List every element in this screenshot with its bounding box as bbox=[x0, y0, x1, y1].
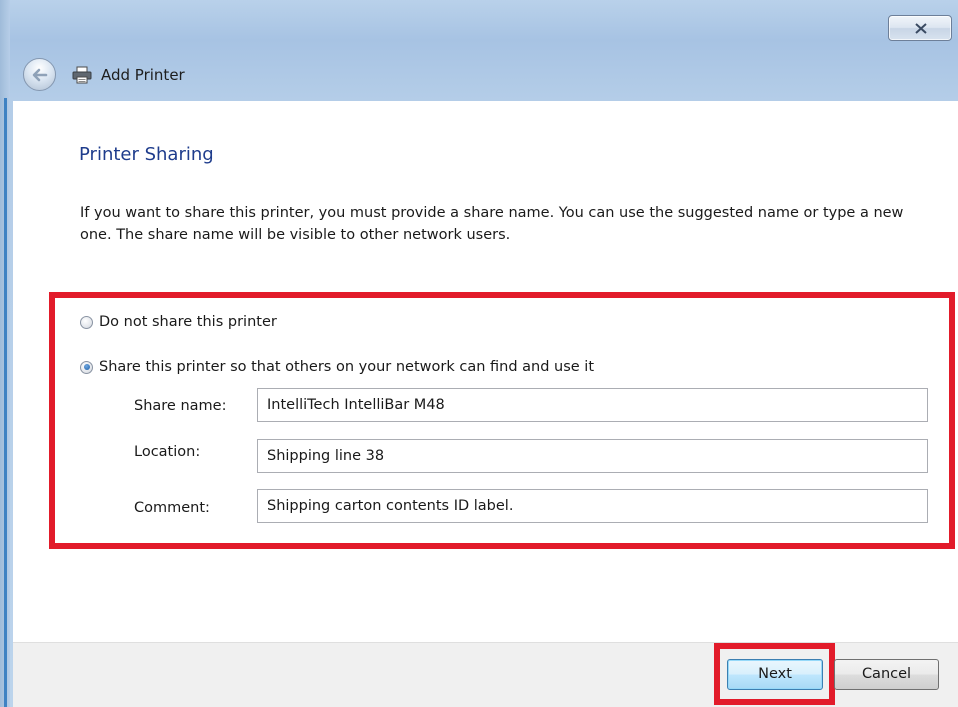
wizard-footer: Next Cancel bbox=[13, 642, 958, 707]
close-icon bbox=[915, 23, 927, 34]
back-button[interactable] bbox=[23, 58, 56, 91]
radio-label-do-not-share: Do not share this printer bbox=[99, 314, 277, 330]
window-left-edge-line bbox=[4, 98, 7, 707]
page-description: If you want to share this printer, you m… bbox=[80, 205, 904, 243]
cancel-button[interactable]: Cancel bbox=[834, 659, 939, 690]
comment-field[interactable] bbox=[257, 489, 928, 523]
window-title: Add Printer bbox=[101, 66, 185, 84]
share-name-label: Share name: bbox=[134, 398, 227, 414]
radio-do-not-share[interactable]: Do not share this printer bbox=[80, 311, 277, 333]
close-button[interactable] bbox=[888, 15, 952, 41]
comment-label: Comment: bbox=[134, 500, 210, 516]
radio-button-unchecked[interactable] bbox=[80, 315, 93, 329]
radio-label-share-printer: Share this printer so that others on you… bbox=[99, 359, 595, 375]
location-label: Location: bbox=[134, 444, 201, 460]
window-left-edge bbox=[0, 0, 10, 707]
page-title: Printer Sharing bbox=[79, 144, 214, 165]
wizard-content: Printer Sharing If you want to share thi… bbox=[13, 101, 958, 642]
share-name-field[interactable] bbox=[257, 388, 928, 422]
radio-share-printer[interactable]: Share this printer so that others on you… bbox=[80, 356, 594, 378]
wizard-header: Add Printer bbox=[10, 55, 958, 101]
radio-button-checked[interactable] bbox=[80, 360, 93, 374]
back-arrow-icon bbox=[32, 68, 48, 82]
next-button[interactable]: Next bbox=[727, 659, 823, 690]
location-field[interactable] bbox=[257, 439, 928, 473]
printer-icon bbox=[72, 66, 92, 84]
add-printer-window: Add Printer Printer Sharing If you want … bbox=[0, 0, 958, 707]
